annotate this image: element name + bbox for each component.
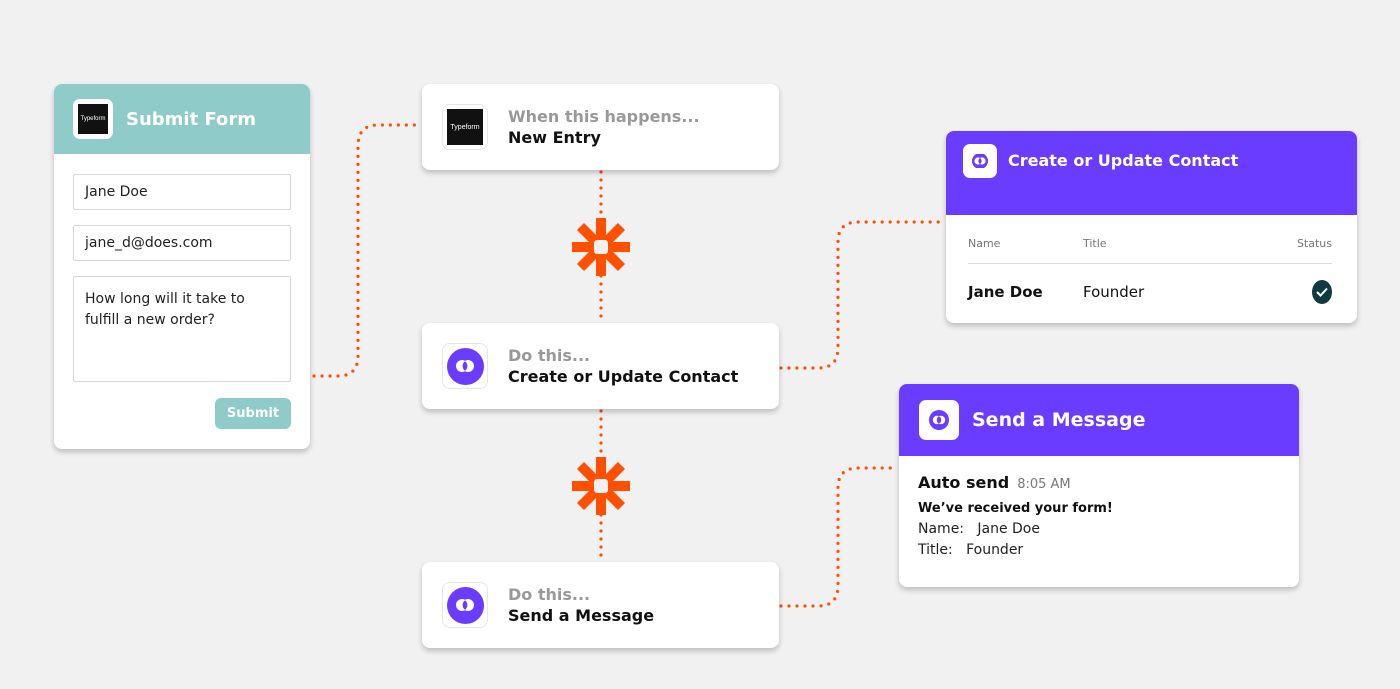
message-title-line: Title: Founder	[918, 542, 1024, 558]
submit-form-card: Typeform Submit Form Jane Doe jane_d@doe…	[54, 84, 310, 449]
contact-card-header: Create or Update Contact	[946, 131, 1357, 215]
contact-table: Name Title Status Jane Doe Founder	[968, 237, 1332, 320]
table-header: Name Title Status	[968, 237, 1332, 264]
message-result-card: Send a Message Auto send 8:05 AM We’ve r…	[899, 384, 1299, 587]
cell-title: Founder	[1083, 283, 1145, 301]
action-step-card-contact[interactable]: Do this... Create or Update Contact	[422, 323, 779, 409]
step-label: When this happens...	[508, 106, 700, 126]
zapier-asterisk-icon	[572, 457, 630, 515]
form-card-title: Submit Form	[126, 108, 257, 130]
email-field[interactable]: jane_d@does.com	[73, 225, 291, 261]
message-sender: Auto send	[918, 473, 1010, 492]
step-app-icon-box	[442, 343, 488, 389]
purple-app-logo-icon	[446, 586, 484, 624]
message-name-line: Name: Jane Doe	[918, 521, 1040, 537]
connector-form-to-trigger	[312, 123, 422, 378]
cell-status	[1272, 280, 1332, 304]
message-card-title: Send a Message	[972, 409, 1146, 431]
purple-app-logo-icon	[963, 144, 997, 178]
column-header-name: Name	[968, 237, 1001, 250]
column-header-title: Title	[1083, 237, 1107, 250]
check-icon	[1312, 280, 1332, 304]
typeform-logo-icon: Typeform	[78, 104, 108, 134]
connector-step3-to-message	[779, 466, 899, 608]
column-header-status: Status	[1296, 237, 1332, 250]
connector-step2-to-contact	[779, 220, 946, 370]
step-label: Do this...	[508, 584, 591, 604]
typeform-logo-icon: Typeform	[447, 109, 483, 145]
message-time: 8:05 AM	[1017, 477, 1071, 492]
submit-button[interactable]: Submit	[215, 398, 291, 429]
purple-app-logo-icon	[919, 400, 959, 440]
step-label: Do this...	[508, 345, 591, 365]
typeform-app-tile: Typeform	[73, 99, 113, 139]
purple-app-logo-icon	[446, 347, 484, 385]
action-step-card-message[interactable]: Do this... Send a Message	[422, 562, 779, 648]
step-app-icon-box	[442, 582, 488, 628]
zapier-asterisk-icon	[572, 218, 630, 276]
contact-result-card: Create or Update Contact Name Title Stat…	[946, 131, 1357, 323]
contact-card-title: Create or Update Contact	[1008, 151, 1239, 170]
table-row: Jane Doe Founder	[968, 264, 1332, 320]
name-field[interactable]: Jane Doe	[73, 174, 291, 210]
cell-name: Jane Doe	[968, 283, 1043, 301]
message-headline: We’ve received your form!	[918, 501, 1113, 516]
step-action: Create or Update Contact	[508, 366, 739, 386]
message-textarea[interactable]: How long will it take to fulfill a new o…	[73, 276, 291, 382]
form-card-header: Typeform Submit Form	[54, 84, 310, 154]
step-app-icon-box: Typeform	[442, 104, 488, 150]
message-body: Auto send 8:05 AM We’ve received your fo…	[899, 456, 1299, 561]
step-action: Send a Message	[508, 605, 655, 625]
message-card-header: Send a Message	[899, 384, 1299, 456]
trigger-step-card[interactable]: Typeform When this happens... New Entry	[422, 84, 779, 170]
step-action: New Entry	[508, 127, 601, 147]
